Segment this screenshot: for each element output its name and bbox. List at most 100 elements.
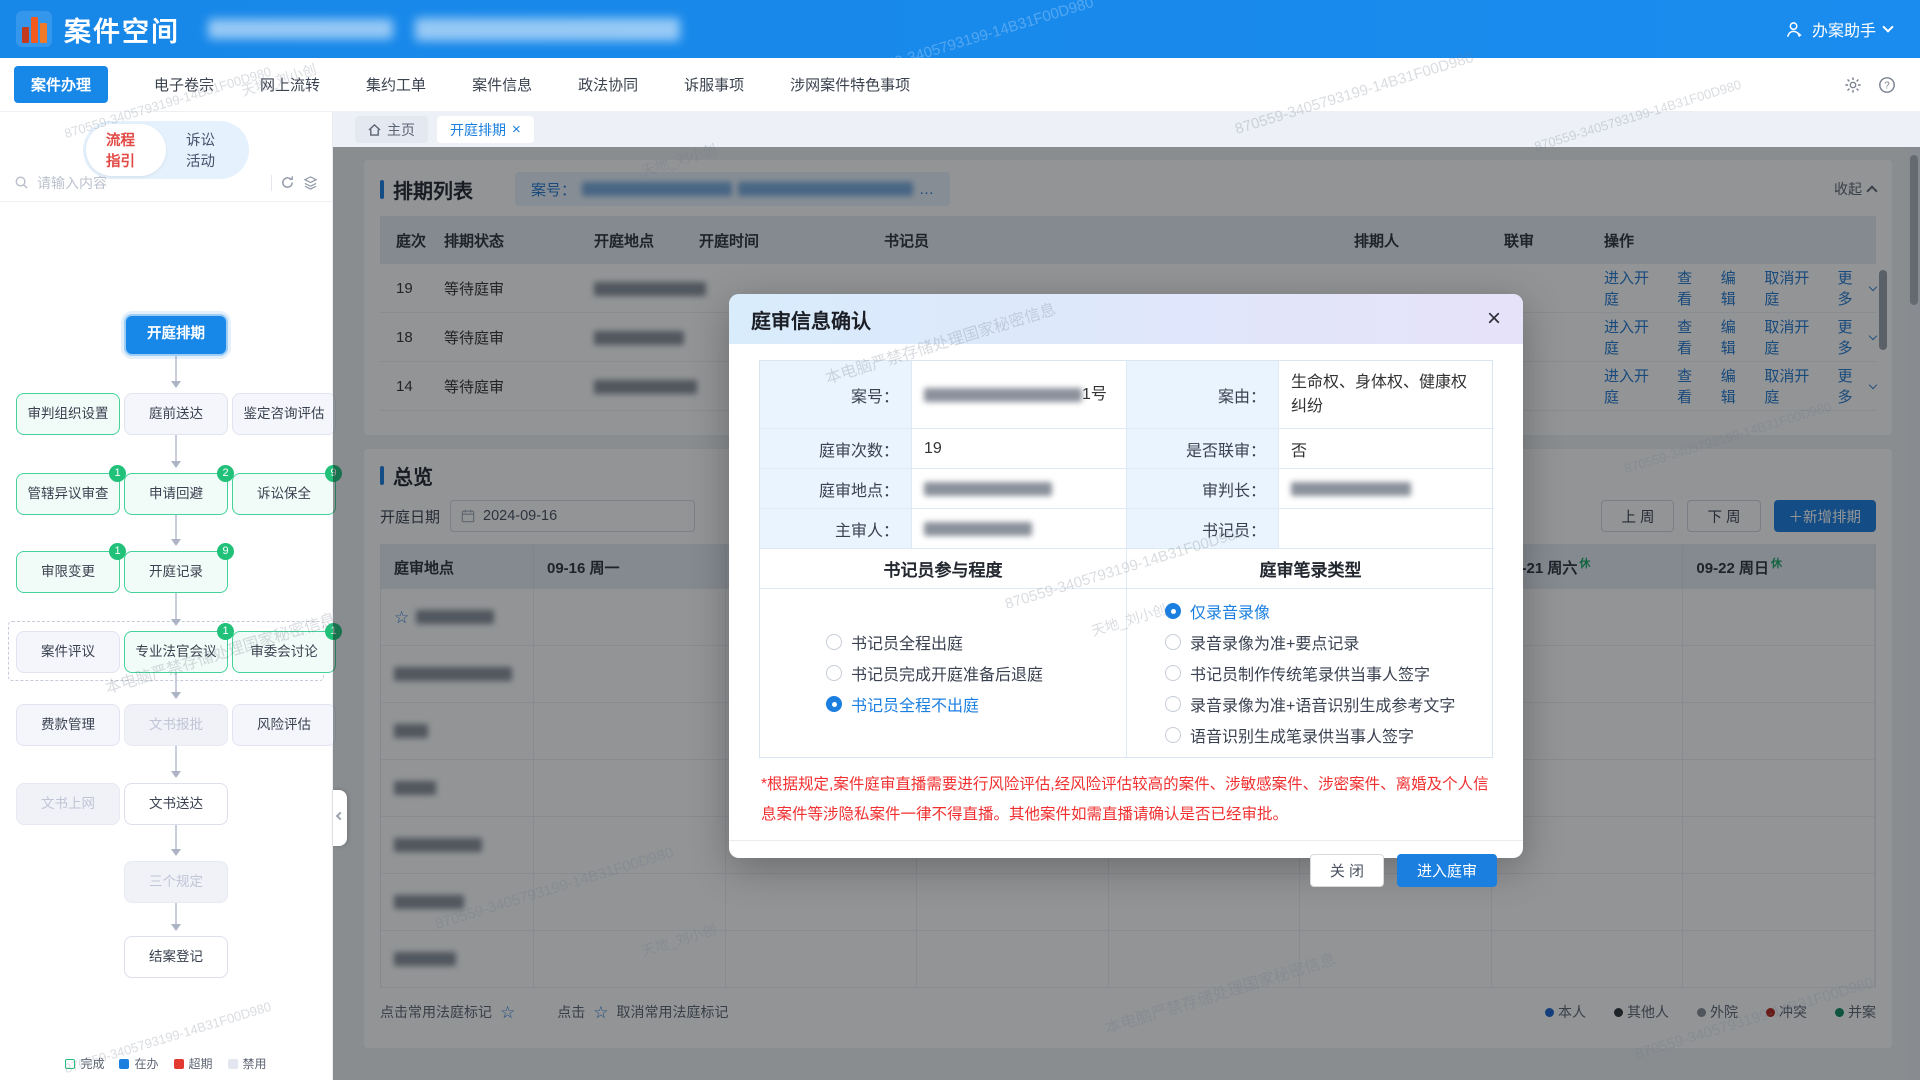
layers-icon[interactable] [303,175,318,190]
redacted-case-text [208,19,393,39]
record-type-options: 仅录音录像 录音录像为准+要点记录 书记员制作传统笔录供当事人签字 录音录像为准… [1127,589,1494,757]
app-logo-icon [16,11,52,47]
flow-node-judges-meeting[interactable]: 专业法官会议1 [124,631,228,673]
radio-clerk-leave-after-prep[interactable]: 书记员完成开庭准备后退庭 [826,661,1126,685]
close-button[interactable]: 关 闭 [1310,854,1384,887]
flow-node-appraisal-consult[interactable]: 鉴定咨询评估 [232,393,336,435]
clerk-label: 书记员： [1127,509,1279,549]
flow-node-doc-service[interactable]: 文书送达 [124,783,228,825]
nav-item-e-dossier[interactable]: 电子卷宗 [154,74,214,95]
redacted-case-text [415,18,680,41]
radio-icon [1165,696,1181,712]
nav-item-online-transfer[interactable]: 网上流转 [260,74,320,95]
flow-node-case-review[interactable]: 案件评议 [16,631,120,673]
nav-item-work-orders[interactable]: 集约工单 [366,74,426,95]
hearing-count-label: 庭审次数： [760,429,912,469]
flow-arrow [175,435,177,466]
app-window: 案件空间 办案助手 案件办理 电子卷宗 网上流转 集约工单 案件信息 政法协同 … [0,0,1920,1080]
clerk-participation-options: 书记员全程出庭 书记员完成开庭准备后退庭 书记员全程不出庭 [760,589,1127,757]
legend-overdue-swatch [174,1059,184,1069]
nav-item-legal-collab[interactable]: 政法协同 [578,74,638,95]
flow-node-adjudication-committee[interactable]: 审委会讨论1 [232,631,336,673]
case-no-value: 1号 [912,361,1127,429]
refresh-icon[interactable] [280,175,295,190]
cause-value: 生命权、身体权、健康权纠纷 [1279,361,1494,429]
close-dialog-icon[interactable]: × [1487,307,1501,331]
flow-node-trial-limit-change[interactable]: 审限变更1 [16,551,120,593]
presiding-judge-value [1279,469,1494,509]
nav-item-litigation-service[interactable]: 诉服事项 [684,74,744,95]
gear-icon[interactable] [1844,76,1862,94]
search-icon [14,175,29,190]
legend-done-swatch [65,1059,75,1069]
flow-node-doc-publish[interactable]: 文书上网 [16,783,120,825]
radio-av-only[interactable]: 仅录音录像 [1165,599,1494,623]
legend-disabled-swatch [228,1059,238,1069]
radio-icon [826,665,842,681]
radio-clerk-not-attend[interactable]: 书记员全程不出庭 [826,692,1126,716]
chevron-down-icon [1882,21,1893,32]
page-tabs: 主页 开庭排期 × [333,112,1920,147]
process-flow-chart: 开庭排期 审判组织设置 庭前送达 鉴定咨询评估 管辖异议审查1 申请回避2 诉讼… [0,204,332,1040]
sidebar-search [0,164,332,202]
close-tab-icon[interactable]: × [512,122,521,137]
radio-av-plus-keypoints[interactable]: 录音录像为准+要点记录 [1165,630,1494,654]
divider [271,175,272,191]
joint-trial-label: 是否联审： [1127,429,1279,469]
radio-icon [826,696,842,712]
chief-judge-label: 主审人： [760,509,912,549]
flow-node-risk-assessment[interactable]: 风险评估 [232,704,336,746]
hearing-place-label: 庭审地点： [760,469,912,509]
flow-arrow [175,593,177,624]
radio-speech-generated-record[interactable]: 语音识别生成笔录供当事人签字 [1165,723,1494,747]
radio-icon [1165,603,1181,619]
redacted-place [924,482,1052,496]
nav-item-internet-cases[interactable]: 涉网案件特色事项 [790,74,910,95]
search-input[interactable] [37,175,263,191]
enter-hearing-button[interactable]: 进入庭审 [1397,854,1497,887]
tab-home[interactable]: 主页 [355,116,428,143]
main-nav: 案件办理 电子卷宗 网上流转 集约工单 案件信息 政法协同 诉服事项 涉网案件特… [0,58,1920,112]
flow-arrow [175,746,177,776]
flow-node-pretrial-service[interactable]: 庭前送达 [124,393,228,435]
cause-label: 案由： [1127,361,1279,429]
flow-node-schedule-hearing[interactable]: 开庭排期 [124,314,228,356]
flow-node-case-close[interactable]: 结案登记 [124,936,228,978]
assistant-menu[interactable]: 办案助手 [1785,17,1892,41]
help-icon[interactable]: ? [1878,76,1896,94]
radio-av-plus-speech-text[interactable]: 录音录像为准+语音识别生成参考文字 [1165,692,1494,716]
radio-icon [1165,727,1181,743]
radio-icon [1165,665,1181,681]
svg-text:?: ? [1884,80,1890,91]
flow-node-recusal-apply[interactable]: 申请回避2 [124,473,228,515]
dialog-footer: 关 闭 进入庭审 [729,840,1523,900]
flow-node-fee-management[interactable]: 费款管理 [16,704,120,746]
flow-arrow [175,673,177,697]
flow-status-legend: 完成 在办 超期 禁用 [0,1055,332,1072]
radio-icon [826,634,842,650]
flow-node-trial-org-setup[interactable]: 审判组织设置 [16,393,120,435]
flow-node-jurisdiction-objection[interactable]: 管辖异议审查1 [16,473,120,515]
nav-item-case-info[interactable]: 案件信息 [472,74,532,95]
home-icon [368,124,381,136]
flow-node-three-rules[interactable]: 三个规定 [124,861,228,903]
radio-traditional-record[interactable]: 书记员制作传统笔录供当事人签字 [1165,661,1494,685]
chief-judge-value [912,509,1127,549]
flow-arrow [175,515,177,544]
chevron-left-icon [336,812,344,820]
flow-node-doc-approval[interactable]: 文书报批 [124,704,228,746]
flow-node-hearing-record[interactable]: 开庭记录9 [124,551,228,593]
joint-trial-value: 否 [1279,429,1494,469]
radio-icon [1165,634,1181,650]
dialog-title: 庭审信息确认 [751,305,871,334]
nav-item-case-handling[interactable]: 案件办理 [14,66,108,103]
tab-hearing-schedule[interactable]: 开庭排期 × [437,116,534,143]
flow-node-litigation-preservation[interactable]: 诉讼保全9 [232,473,336,515]
clerk-participation-section-title: 书记员参与程度 [760,549,1127,589]
flow-arrow [175,903,177,929]
radio-clerk-full-attend[interactable]: 书记员全程出庭 [826,630,1126,654]
assistant-label: 办案助手 [1812,17,1876,41]
app-title: 案件空间 [64,10,180,49]
case-no-label: 案号： [760,361,912,429]
sidebar-collapse-handle[interactable] [333,790,347,846]
